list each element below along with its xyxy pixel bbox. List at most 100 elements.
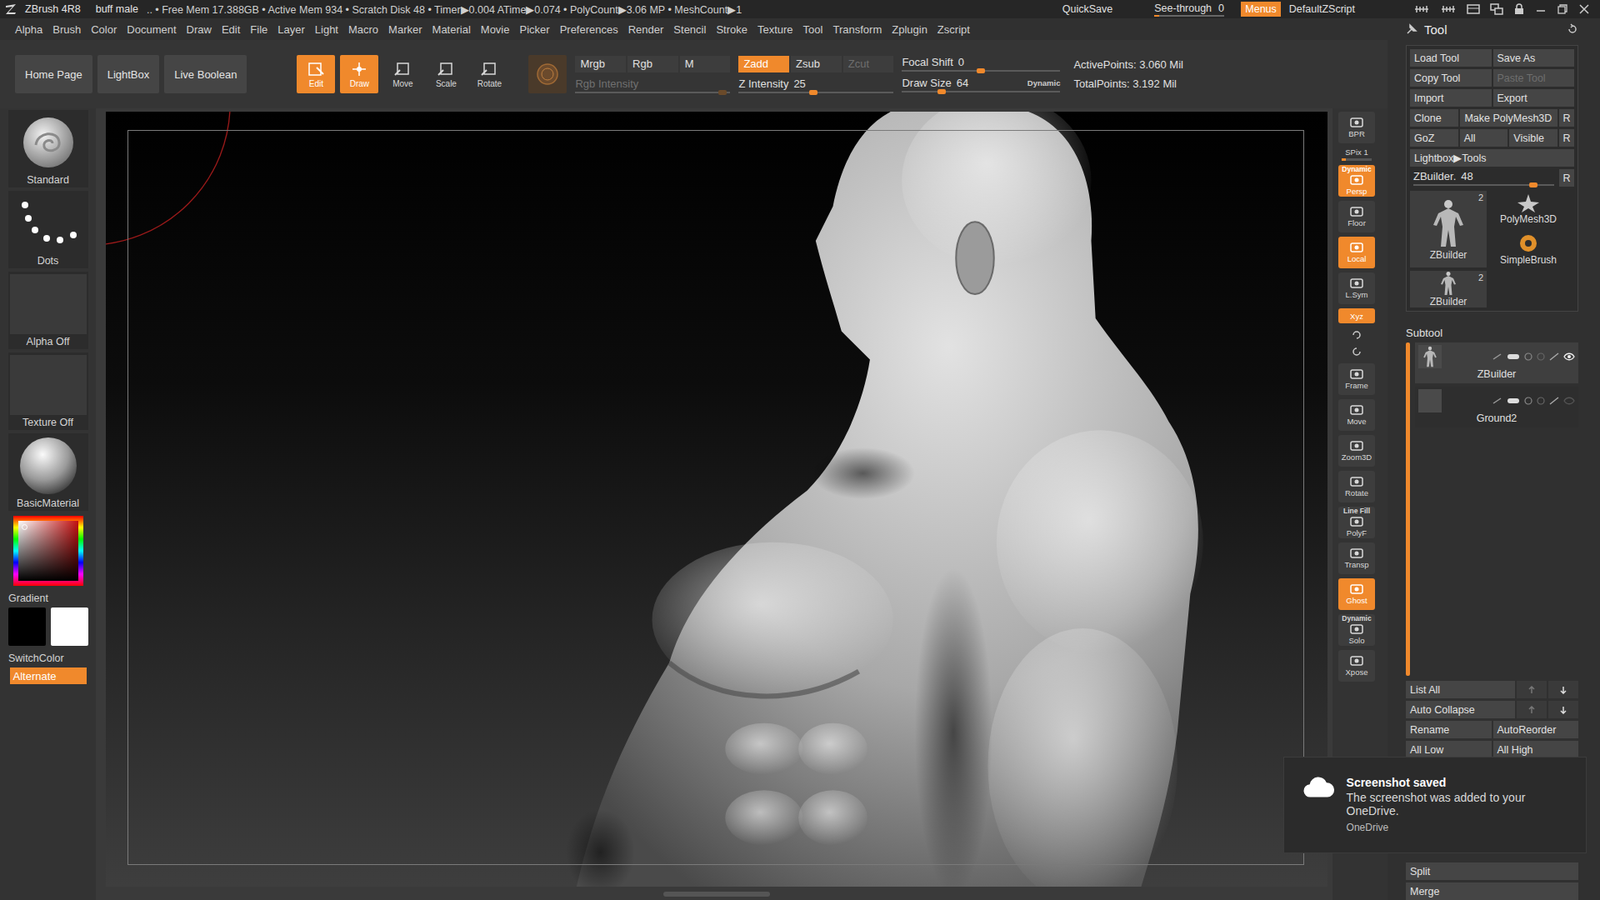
- solo-icon[interactable]: [1536, 352, 1545, 361]
- recent-tool[interactable]: PolyMesh3D: [1490, 190, 1567, 228]
- menu-item[interactable]: File: [250, 23, 268, 36]
- menu-item[interactable]: Alpha: [15, 23, 43, 36]
- tool-slider-reset[interactable]: R: [1559, 169, 1575, 187]
- view-button[interactable]: Transp: [1338, 542, 1375, 575]
- tool-panel-button[interactable]: All: [1460, 129, 1509, 147]
- menu-item[interactable]: Stroke: [715, 23, 748, 36]
- z-mode-button[interactable]: Zadd: [738, 55, 790, 73]
- menu-item[interactable]: Movie: [480, 23, 510, 36]
- menu-item[interactable]: Marker: [388, 23, 422, 36]
- slider-track[interactable]: [575, 91, 730, 94]
- tool-panel-button[interactable]: Clone: [1410, 109, 1459, 127]
- move-down-button[interactable]: [1548, 680, 1579, 699]
- view-button[interactable]: Xyz: [1338, 308, 1375, 324]
- menu-item[interactable]: Document: [126, 23, 176, 36]
- recent-tool[interactable]: 2 ZBuilder: [1410, 270, 1487, 308]
- canvas-scroll-handle[interactable]: [663, 891, 770, 897]
- tool-panel-header[interactable]: Tool: [1405, 18, 1579, 40]
- recent-tool[interactable]: SimpleBrush: [1490, 230, 1567, 268]
- subtool-item[interactable]: Ground2: [1415, 386, 1579, 428]
- windows-icon[interactable]: [1490, 3, 1504, 15]
- stroke-picker[interactable]: Dots: [8, 190, 89, 269]
- switch-color-button[interactable]: SwitchColor: [0, 652, 65, 665]
- rgb-intensity-slider[interactable]: Rgb Intensity: [575, 77, 730, 94]
- tool-panel-button[interactable]: Copy Tool: [1410, 69, 1492, 87]
- tool-button[interactable]: Draw: [340, 55, 379, 94]
- dynamesh-icon[interactable]: [1524, 352, 1533, 361]
- nav-button[interactable]: LightBox: [97, 55, 160, 94]
- menu-item[interactable]: Zplugin: [891, 23, 928, 36]
- color-mode-button[interactable]: Rgb: [627, 55, 679, 73]
- tool-button[interactable]: Scale: [426, 55, 465, 94]
- view-button[interactable]: BPR: [1338, 111, 1375, 144]
- material-button[interactable]: [528, 55, 567, 94]
- see-through-slider[interactable]: See-through 0: [1154, 2, 1225, 17]
- gradient-label[interactable]: Gradient: [0, 592, 49, 605]
- model-render[interactable]: [105, 111, 1328, 887]
- menu-item[interactable]: Material: [432, 23, 471, 36]
- view-button[interactable]: Line Fill PolyF: [1338, 506, 1375, 539]
- subtool-action-button[interactable]: Auto Collapse: [1405, 700, 1515, 719]
- view-button[interactable]: Floor: [1338, 200, 1375, 233]
- tool-panel-button[interactable]: Lightbox▶Tools: [1410, 149, 1575, 167]
- menu-item[interactable]: Layer: [277, 23, 305, 36]
- polypaint-icon[interactable]: [1492, 352, 1503, 361]
- slider-knob[interactable]: [937, 89, 946, 95]
- nav-button[interactable]: Live Boolean: [164, 55, 247, 94]
- subtool-scrollbar[interactable]: [1405, 342, 1410, 676]
- brightness-right-icon[interactable]: [1440, 4, 1457, 15]
- view-button[interactable]: Frame: [1338, 363, 1375, 395]
- texture-picker[interactable]: Texture Off: [8, 352, 89, 430]
- move-up-button[interactable]: [1516, 700, 1547, 719]
- menu-item[interactable]: Transform: [832, 23, 882, 36]
- menu-item[interactable]: Edit: [221, 23, 240, 36]
- view-button[interactable]: Dynamic Solo: [1338, 614, 1375, 646]
- menu-item[interactable]: Color: [90, 23, 117, 36]
- toggle-icon[interactable]: [1506, 352, 1520, 361]
- tool-panel-button[interactable]: Visible: [1509, 129, 1558, 147]
- dynamesh-icon[interactable]: [1524, 396, 1533, 405]
- color-mode-button[interactable]: M: [680, 55, 731, 73]
- menus-toggle[interactable]: Menus: [1240, 1, 1281, 17]
- close-icon[interactable]: [1578, 3, 1590, 15]
- view-button[interactable]: Rotate: [1338, 470, 1375, 503]
- color-mode-button[interactable]: Mrgb: [575, 55, 626, 73]
- menu-item[interactable]: Brush: [52, 23, 81, 36]
- spix-slider[interactable]: SPix 1: [1338, 147, 1375, 161]
- menu-item[interactable]: Light: [315, 23, 339, 36]
- subtool-action-button[interactable]: AutoReorder: [1493, 720, 1580, 739]
- solo-icon[interactable]: [1536, 396, 1545, 405]
- brightness-left-icon[interactable]: [1413, 4, 1430, 15]
- subtool-action-button[interactable]: Merge: [1405, 882, 1579, 900]
- pin-icon[interactable]: [1405, 23, 1418, 35]
- view-button[interactable]: Local: [1338, 236, 1375, 269]
- color-swatch[interactable]: [50, 607, 89, 646]
- slider-track[interactable]: [1413, 184, 1555, 186]
- rotate-z-icon[interactable]: [1350, 345, 1363, 358]
- brush-mode-icon[interactable]: [1549, 396, 1560, 405]
- toggle-icon[interactable]: [1506, 396, 1520, 405]
- menu-item[interactable]: Tool: [803, 23, 824, 36]
- tool-panel-button[interactable]: Save As: [1493, 49, 1575, 67]
- tool-panel-button[interactable]: R: [1559, 109, 1575, 127]
- view-button[interactable]: Move: [1338, 399, 1375, 431]
- alternate-toggle[interactable]: Alternate: [10, 667, 87, 685]
- move-down-button[interactable]: [1548, 700, 1579, 719]
- menu-item[interactable]: Texture: [757, 23, 794, 36]
- view-button[interactable]: Dynamic Persp: [1338, 165, 1375, 197]
- polypaint-icon[interactable]: [1492, 396, 1503, 405]
- material-picker[interactable]: BasicMaterial: [8, 433, 89, 511]
- subtool-action-button[interactable]: Split: [1405, 862, 1579, 880]
- see-through-track[interactable]: [1154, 15, 1225, 17]
- brush-mode-icon[interactable]: [1549, 352, 1560, 361]
- tool-button[interactable]: Rotate: [470, 55, 509, 94]
- subtool-action-button[interactable]: All Low: [1405, 740, 1492, 759]
- tool-button[interactable]: Edit: [296, 55, 335, 94]
- menu-item[interactable]: Zscript: [937, 23, 970, 36]
- tool-panel-button[interactable]: Paste Tool: [1493, 69, 1575, 87]
- eye-icon[interactable]: [1563, 352, 1575, 361]
- menu-item[interactable]: Render: [628, 23, 665, 36]
- subtool-item[interactable]: ZBuilder: [1415, 342, 1579, 384]
- minimize-icon[interactable]: [1535, 3, 1547, 15]
- tool-panel-button[interactable]: GoZ: [1410, 129, 1459, 147]
